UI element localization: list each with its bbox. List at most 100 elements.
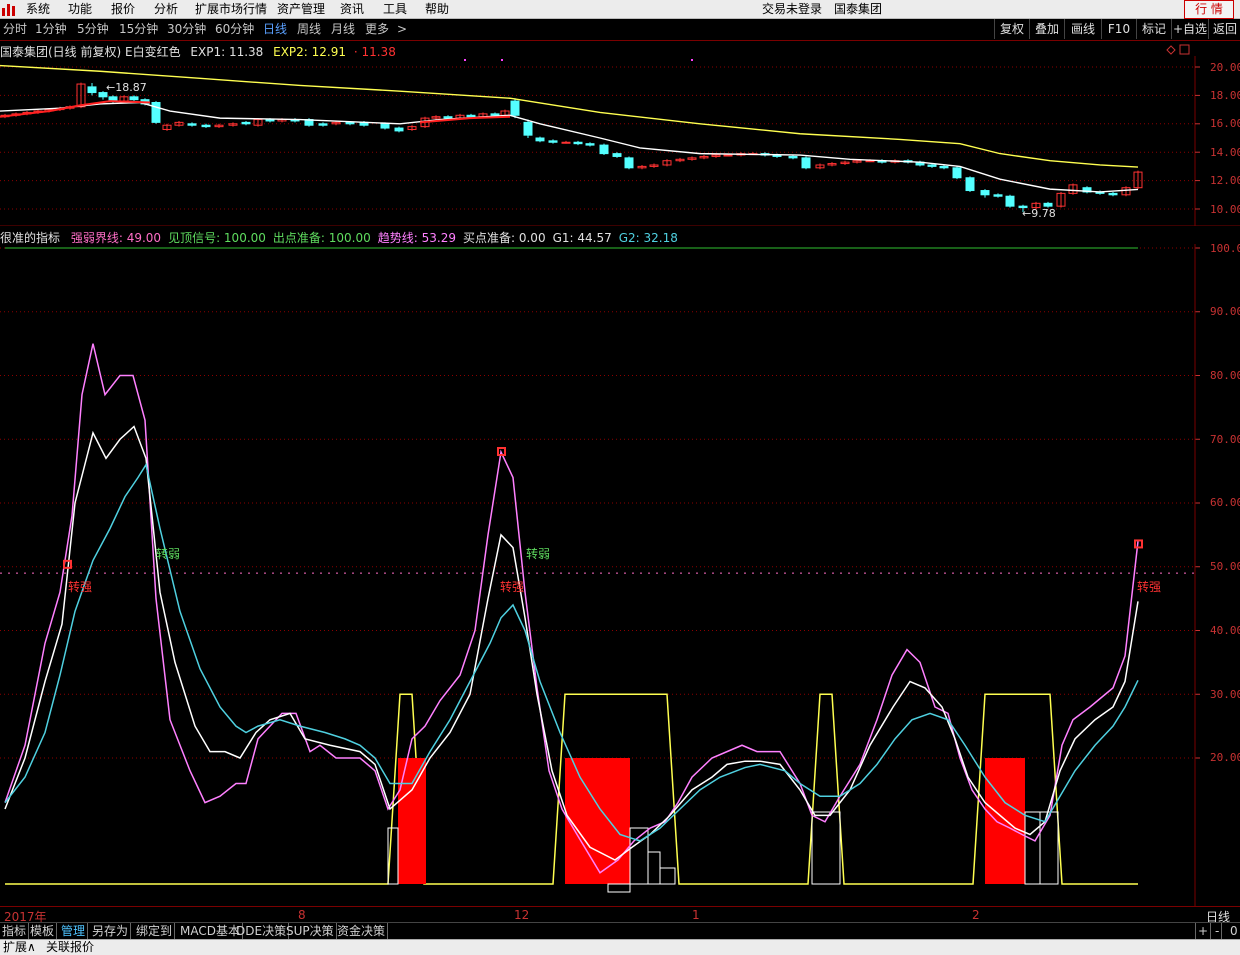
candle-body bbox=[443, 116, 453, 119]
indicator-axis-label: 40.00 bbox=[1210, 624, 1240, 637]
menu-tools[interactable]: 工具 bbox=[383, 1, 407, 17]
price-axis-label: 12.00 bbox=[1210, 174, 1240, 187]
candle-body bbox=[510, 100, 520, 116]
menu-bar: 系统 功能 报价 分析 扩展市场行情 资产管理 资讯 工具 帮助 交易未登录 国… bbox=[0, 0, 1240, 19]
tab-bind-to[interactable]: 绑定到 bbox=[134, 923, 176, 939]
period-30min[interactable]: 30分钟 bbox=[167, 22, 206, 37]
candle-body bbox=[1005, 195, 1015, 207]
candle-body bbox=[535, 137, 545, 142]
status-bar: 扩展∧ 关联报价 bbox=[0, 939, 1240, 955]
white-step-box bbox=[659, 867, 676, 885]
period-5min[interactable]: 5分钟 bbox=[77, 22, 109, 37]
indicator-field: 趋势线: 53.29 bbox=[377, 231, 456, 245]
candle-body bbox=[394, 127, 404, 132]
indicator-axis-label: 80.00 bbox=[1210, 369, 1240, 382]
menu-help[interactable]: 帮助 bbox=[425, 1, 449, 17]
marker-dot bbox=[501, 59, 503, 61]
indicator-field: 买点准备: 0.00 bbox=[463, 231, 546, 245]
zoom-in-button[interactable]: + bbox=[1195, 923, 1212, 939]
candle-body bbox=[723, 154, 733, 157]
price-axis-label: 14.00 bbox=[1210, 146, 1240, 159]
quote-button[interactable]: 行 情 bbox=[1184, 0, 1234, 19]
menu-extended-market[interactable]: 扩展市场行情 bbox=[195, 1, 267, 17]
period-monthly[interactable]: 月线 bbox=[331, 22, 355, 37]
tab-dde[interactable]: DDE决策 bbox=[234, 923, 290, 939]
period-intraday[interactable]: 分时 bbox=[3, 22, 27, 37]
candle-body bbox=[599, 144, 609, 155]
candle-body bbox=[965, 177, 975, 192]
candle-body bbox=[585, 143, 595, 146]
maximize-icon[interactable] bbox=[1179, 44, 1190, 55]
menu-analysis[interactable]: 分析 bbox=[154, 1, 178, 17]
menu-asset-management[interactable]: 资产管理 bbox=[277, 1, 325, 17]
period-more[interactable]: 更多 bbox=[365, 22, 389, 37]
period-15min[interactable]: 15分钟 bbox=[119, 22, 158, 37]
red-signal-bar bbox=[985, 758, 1025, 884]
f10-button[interactable]: F10 bbox=[1101, 19, 1136, 39]
indicator-chart[interactable] bbox=[0, 244, 1240, 906]
candle-body bbox=[573, 141, 583, 145]
indicator-field: 出点准备: 100.00 bbox=[272, 231, 371, 245]
mark-button[interactable]: 标记 bbox=[1136, 19, 1171, 39]
time-axis-label: 12 bbox=[514, 908, 530, 922]
white-step-box bbox=[607, 883, 631, 893]
adjust-button[interactable]: 复权 bbox=[994, 19, 1029, 39]
overlay-button[interactable]: 叠加 bbox=[1029, 19, 1064, 39]
price-chart[interactable] bbox=[0, 56, 1240, 226]
period-1min[interactable]: 1分钟 bbox=[35, 22, 67, 37]
candle-body bbox=[241, 121, 251, 125]
indicator-axis-label: 60.00 bbox=[1210, 496, 1240, 509]
tab-template[interactable]: 模板 bbox=[28, 923, 58, 939]
period-60min[interactable]: 60分钟 bbox=[215, 22, 254, 37]
signal-weak-label: 转弱 bbox=[156, 547, 181, 561]
period-weekly[interactable]: 周线 bbox=[297, 22, 321, 37]
indicator-field: 强弱界线: 49.00 bbox=[70, 231, 162, 245]
period-bar: 分时 1分钟 5分钟 15分钟 30分钟 60分钟 日线 周线 月线 更多 > … bbox=[0, 19, 1240, 41]
indicator-field: 见顶信号: 100.00 bbox=[168, 231, 266, 245]
high-price-label: ←18.87 bbox=[106, 81, 147, 94]
tab-indicator[interactable]: 指标 bbox=[0, 923, 30, 939]
candle-body bbox=[939, 165, 949, 169]
expand-button[interactable]: 扩展∧ bbox=[3, 940, 36, 955]
candle-body bbox=[612, 153, 622, 157]
app-logo-icon bbox=[2, 4, 15, 16]
candle-body bbox=[1043, 202, 1053, 207]
indicator-axis-label: 70.00 bbox=[1210, 433, 1240, 446]
indicator-axis-label: 20.00 bbox=[1210, 751, 1240, 764]
period-daily[interactable]: 日线 bbox=[263, 22, 287, 37]
indicator-fields: 强弱界线: 49.00 见顶信号: 100.00 出点准备: 100.00 趋势线: … bbox=[64, 231, 678, 245]
menu-news[interactable]: 资讯 bbox=[340, 1, 364, 17]
tab-manage[interactable]: 管理 bbox=[59, 923, 89, 939]
menu-function[interactable]: 功能 bbox=[68, 1, 92, 17]
chevron-right-icon[interactable]: > bbox=[397, 22, 407, 37]
white-step-box bbox=[647, 851, 661, 885]
tab-sup[interactable]: SUP决策 bbox=[284, 923, 337, 939]
candle-body bbox=[624, 157, 634, 169]
price-axis-label: 16.00 bbox=[1210, 117, 1240, 130]
indicator-field: G2: 32.18 bbox=[618, 231, 678, 245]
diamond-icon[interactable] bbox=[1166, 45, 1176, 55]
red-signal-bar bbox=[398, 758, 426, 884]
time-axis-label: 2 bbox=[972, 908, 980, 922]
signal-strong-label: 转强 bbox=[68, 580, 93, 594]
signal-strong-label: 转强 bbox=[500, 580, 525, 594]
zoom-reset-button[interactable]: 0 bbox=[1228, 923, 1240, 939]
candle-body bbox=[490, 113, 500, 116]
tab-save-as[interactable]: 另存为 bbox=[90, 923, 132, 939]
draw-line-button[interactable]: 画线 bbox=[1064, 19, 1101, 39]
time-axis: 2017年 8 12 1 2 日线 bbox=[0, 906, 1240, 924]
add-favorite-button[interactable]: +自选 bbox=[1171, 19, 1208, 39]
tab-fund[interactable]: 资金决策 bbox=[335, 923, 389, 939]
menu-system[interactable]: 系统 bbox=[26, 1, 50, 17]
back-button[interactable]: 返回 bbox=[1208, 19, 1240, 39]
zoom-out-button[interactable]: - bbox=[1213, 923, 1223, 939]
time-axis-label: 1 bbox=[692, 908, 700, 922]
menu-quote[interactable]: 报价 bbox=[111, 1, 135, 17]
indicator-axis-label: 90.00 bbox=[1210, 305, 1240, 318]
white-step-box bbox=[811, 811, 841, 885]
candle-body bbox=[129, 96, 139, 101]
login-status: 交易未登录 bbox=[762, 2, 823, 16]
candle-body bbox=[993, 194, 1003, 197]
candle-body bbox=[1108, 192, 1118, 196]
linked-quote-button[interactable]: 关联报价 bbox=[46, 940, 94, 955]
